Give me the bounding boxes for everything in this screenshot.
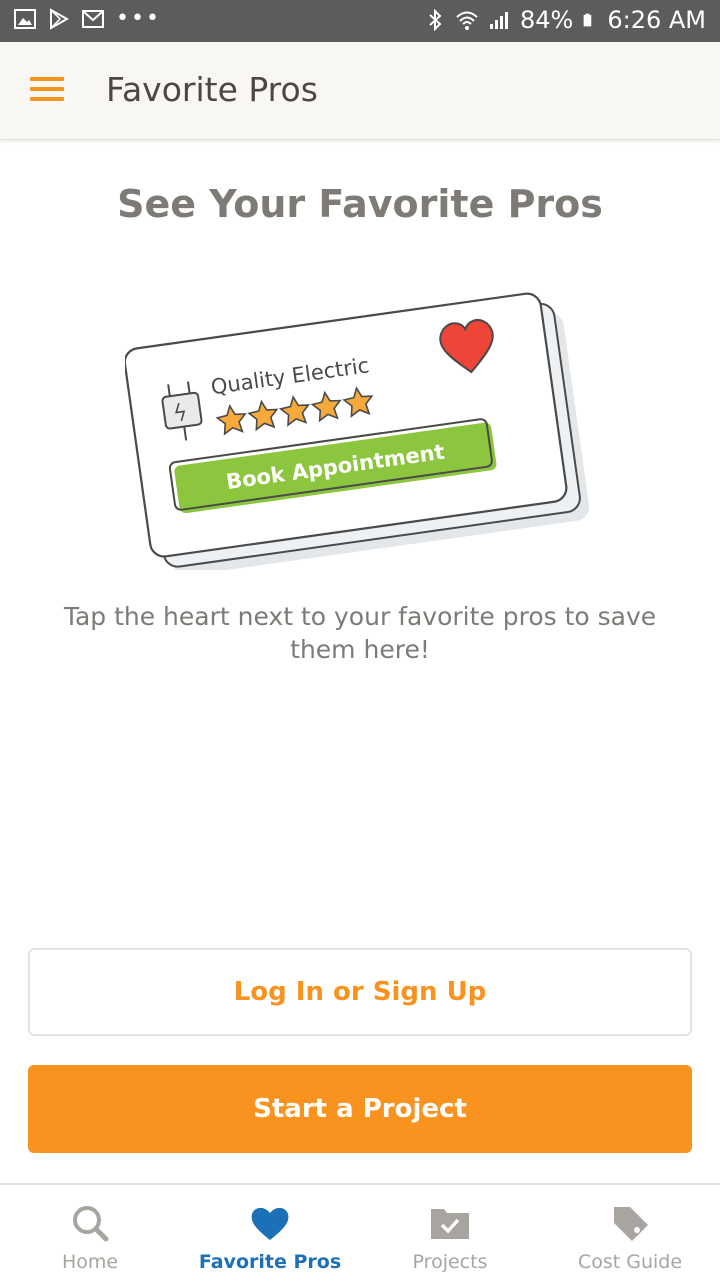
empty-state-headline: See Your Favorite Pros — [117, 182, 603, 226]
nav-label-cost-guide: Cost Guide — [577, 1251, 683, 1273]
login-signup-button[interactable]: Log In or Sign Up — [28, 948, 692, 1036]
nav-item-projects[interactable]: Projects — [360, 1185, 540, 1280]
nav-item-favorite-pros[interactable]: Favorite Pros — [180, 1185, 360, 1280]
start-project-button[interactable]: Start a Project — [28, 1065, 692, 1153]
bluetooth-icon — [429, 9, 442, 31]
heart-icon — [251, 1207, 289, 1240]
status-time: 6:26 AM — [607, 6, 706, 34]
play-store-icon — [50, 8, 70, 30]
nav-label-projects: Projects — [412, 1251, 488, 1273]
bottom-nav: Home Favorite Pros Projects Cost Guide — [0, 1183, 720, 1280]
nav-label-home: Home — [61, 1251, 119, 1273]
folder-check-icon — [431, 1209, 469, 1239]
battery-percent: 84% — [520, 6, 574, 34]
app-bar: Favorite Pros — [0, 42, 720, 140]
wifi-icon — [456, 11, 478, 30]
pro-card-illustration: Quality Electric Book Appointment — [125, 292, 590, 570]
gmail-icon — [82, 10, 104, 28]
more-dots-icon: ••• — [116, 6, 161, 31]
empty-state-message: Tap the heart next to your favorite pros… — [63, 602, 657, 664]
nav-item-home[interactable]: Home — [0, 1185, 180, 1280]
nav-label-favorite-pros: Favorite Pros — [198, 1251, 342, 1273]
battery-icon — [583, 13, 592, 27]
image-icon — [14, 9, 36, 29]
hamburger-menu-icon[interactable] — [30, 74, 66, 104]
page-title: Favorite Pros — [106, 70, 318, 109]
nav-item-cost-guide[interactable]: Cost Guide — [540, 1185, 720, 1280]
status-bar: ••• 84% 6:26 AM — [0, 0, 720, 42]
price-tag-icon — [614, 1207, 648, 1241]
search-icon — [73, 1206, 109, 1242]
signal-icon — [490, 12, 508, 29]
